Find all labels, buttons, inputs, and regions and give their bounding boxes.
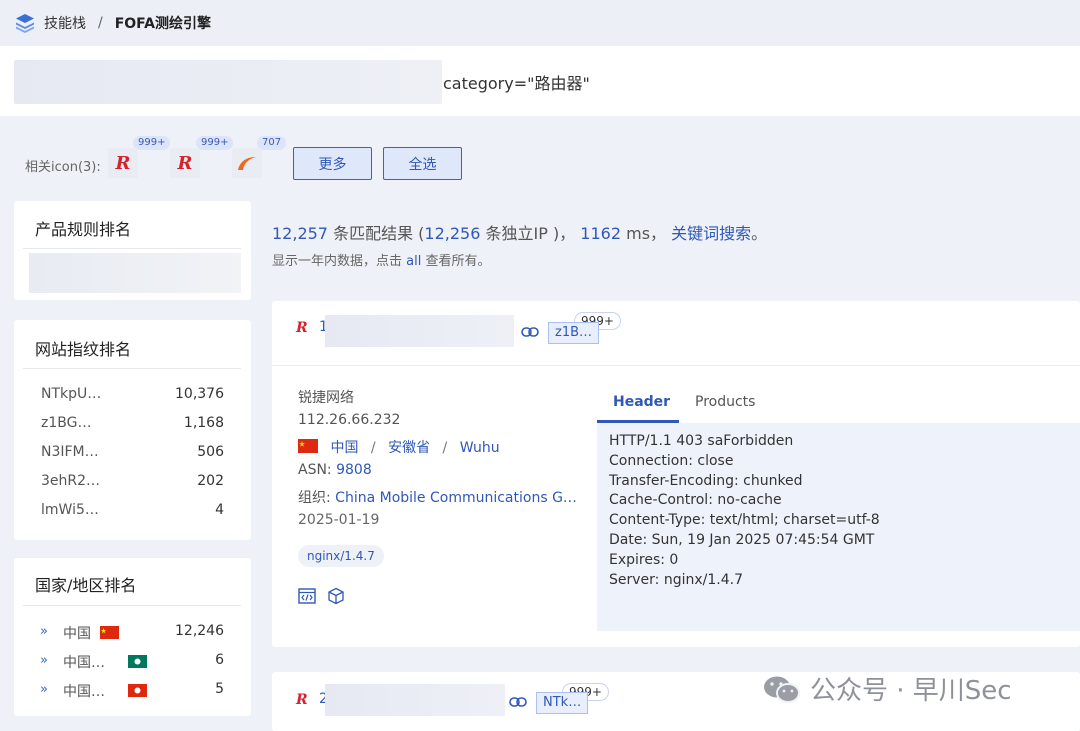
list-item[interactable]: N3IFM… 506 bbox=[41, 444, 224, 464]
link-icon[interactable] bbox=[509, 697, 527, 707]
detail-tabs: Header Products bbox=[597, 383, 1080, 423]
tab-header[interactable]: Header bbox=[613, 394, 670, 410]
list-item[interactable]: z1BG… 1,168 bbox=[41, 415, 224, 435]
china-flag-icon bbox=[100, 626, 119, 639]
org-link[interactable]: China Mobile Communications G… bbox=[335, 490, 577, 506]
http-header-box: HTTP/1.1 403 saForbidden Connection: clo… bbox=[597, 423, 1080, 631]
macau-flag-icon bbox=[128, 655, 147, 668]
fingerprint-tag[interactable]: NTk… bbox=[536, 692, 589, 714]
breadcrumb-home[interactable]: 技能栈 bbox=[44, 13, 86, 33]
double-chevron-icon: » bbox=[40, 653, 48, 668]
code-window-icon[interactable] bbox=[298, 587, 316, 605]
divider bbox=[23, 605, 241, 606]
ruijie-r-icon: R bbox=[296, 692, 308, 708]
icon-count-badge: 999+ bbox=[133, 136, 171, 150]
result-stats: 12,257 条匹配结果 (12,256 条独立IP )， 1162 ms， 关… bbox=[272, 224, 768, 243]
double-chevron-icon: » bbox=[40, 682, 48, 697]
list-item[interactable]: NTkpU… 10,376 bbox=[41, 386, 224, 406]
list-item[interactable]: » 中国 12,246 bbox=[40, 623, 224, 643]
host-redacted bbox=[325, 315, 514, 347]
result-hint: 显示一年内数据，点击 all 查看所有。 bbox=[272, 254, 491, 269]
list-item[interactable]: » 中国… 6 bbox=[40, 652, 224, 672]
date: 2025-01-19 bbox=[298, 512, 380, 528]
breadcrumb-separator: / bbox=[98, 15, 103, 31]
asn-link[interactable]: 9808 bbox=[336, 462, 372, 478]
result-card: R 1 999+ z1B… 锐捷网络 112.26.66.232 中国 / 安徽… bbox=[272, 301, 1080, 647]
cube-icon[interactable] bbox=[327, 587, 345, 605]
divider bbox=[23, 248, 241, 249]
watermark: 公众号 · 早川Sec bbox=[762, 670, 1012, 707]
select-all-button[interactable]: 全选 bbox=[383, 147, 462, 180]
search-bar[interactable]: category="路由器" bbox=[0, 46, 1080, 116]
panel-title: 网站指纹排名 bbox=[35, 340, 132, 359]
product-rule-panel: 产品规则排名 bbox=[14, 201, 251, 300]
city-link[interactable]: Wuhu bbox=[460, 440, 500, 456]
related-icons-label: 相关icon(3): bbox=[25, 160, 101, 175]
product-redacted bbox=[29, 253, 241, 293]
top-bar: 技能栈 / FOFA测绘引擎 bbox=[0, 0, 1080, 46]
layers-logo-icon[interactable] bbox=[14, 12, 36, 34]
list-item[interactable]: lmWi5… 4 bbox=[41, 502, 224, 522]
org-name: 锐捷网络 bbox=[298, 390, 354, 406]
related-icons-row: 相关icon(3): 999+ R 999+ R 707 更多 全选 bbox=[25, 136, 625, 186]
panel-title: 国家/地区排名 bbox=[35, 576, 137, 595]
panel-title: 产品规则排名 bbox=[35, 220, 132, 239]
fingerprint-tag[interactable]: z1B… bbox=[548, 322, 600, 344]
more-button[interactable]: 更多 bbox=[293, 147, 372, 180]
list-item[interactable]: » 中国… 5 bbox=[40, 681, 224, 701]
ruijie-r-icon: R bbox=[296, 320, 308, 336]
search-query[interactable]: category="路由器" bbox=[443, 70, 590, 94]
breadcrumb-current: FOFA测绘引擎 bbox=[114, 16, 211, 32]
server-tag[interactable]: nginx/1.4.7 bbox=[298, 545, 384, 567]
country-link[interactable]: 中国 bbox=[330, 440, 358, 456]
ruijie-r-icon[interactable]: R bbox=[108, 148, 138, 178]
host-redacted bbox=[325, 684, 505, 716]
list-item[interactable]: 3ehR2… 202 bbox=[41, 473, 224, 493]
swoosh-logo-icon[interactable] bbox=[232, 148, 262, 178]
china-flag-icon bbox=[298, 439, 318, 453]
asn-row: ASN: 9808 bbox=[298, 462, 372, 478]
divider bbox=[23, 368, 241, 369]
tab-products[interactable]: Products bbox=[695, 394, 755, 410]
hong-kong-flag-icon bbox=[128, 684, 147, 697]
country-panel: 国家/地区排名 » 中国 12,246 » 中国… 6 » 中国… 5 bbox=[14, 558, 251, 716]
divider bbox=[272, 365, 1080, 366]
link-icon[interactable] bbox=[521, 327, 539, 337]
keyword-search-link[interactable]: 关键词搜索 bbox=[671, 224, 751, 243]
ruijie-r-icon[interactable]: R bbox=[170, 148, 200, 178]
fingerprint-panel: 网站指纹排名 NTkpU… 10,376 z1BG… 1,168 N3IFM… … bbox=[14, 320, 251, 540]
province-link[interactable]: 安徽省 bbox=[388, 440, 430, 456]
search-redacted bbox=[14, 60, 442, 104]
location: 中国 / 安徽省 / Wuhu bbox=[298, 437, 500, 457]
watermark-text: 公众号 · 早川Sec bbox=[810, 676, 1012, 706]
double-chevron-icon: » bbox=[40, 624, 48, 639]
show-all-link[interactable]: all bbox=[406, 254, 421, 269]
org-row: 组织: China Mobile Communications G… bbox=[298, 490, 577, 506]
ip-link[interactable]: 112.26.66.232 bbox=[298, 412, 400, 428]
icon-count-badge: 999+ bbox=[196, 136, 234, 150]
wechat-icon bbox=[764, 676, 800, 703]
